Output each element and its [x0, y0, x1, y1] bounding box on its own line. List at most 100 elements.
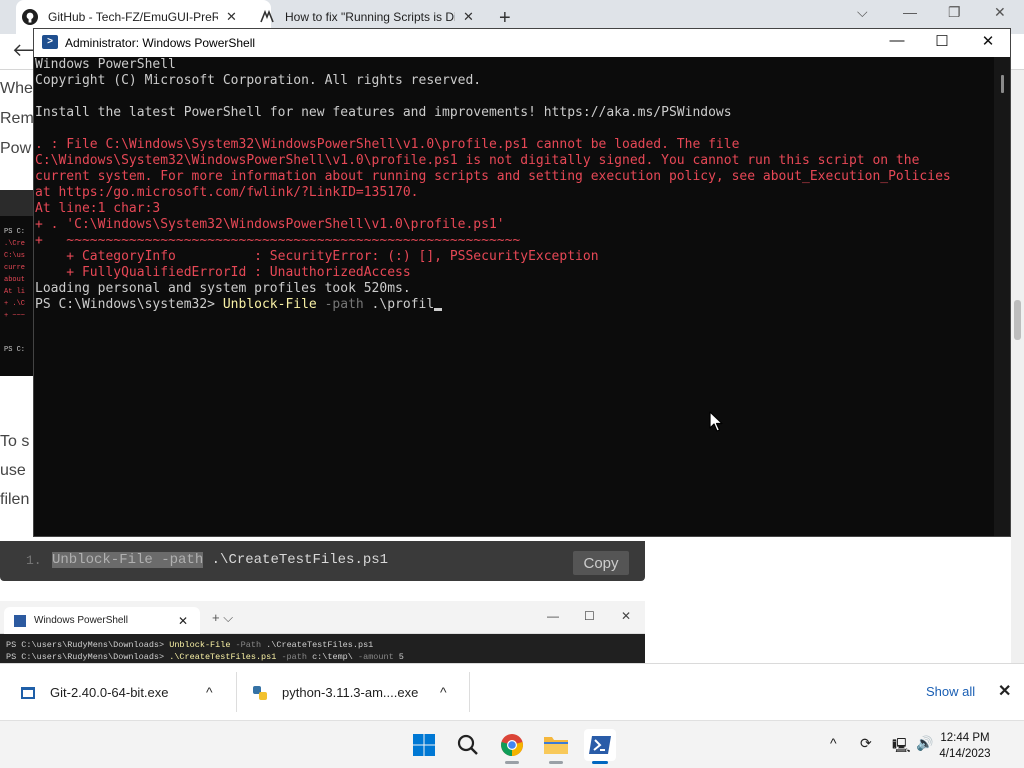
argument: .\CreateTestFiles.ps1 [261, 640, 374, 650]
clock-date: 4/14/2023 [939, 748, 991, 760]
maximize-icon: ☐ [584, 609, 595, 623]
code-highlight: Unblock-File -path [52, 552, 204, 568]
browser-tab-label: GitHub - Tech-FZ/EmuGUI-PreRe [48, 10, 218, 24]
parameter: -amount [352, 652, 394, 662]
console-error-line: + ~~~~~~~~~~~~~~~~~~~~~~~~~~~~~~~~~~~~~~… [35, 233, 521, 248]
download-item-git[interactable]: Git-2.40.0-64-bit.exe [20, 664, 169, 721]
console-prompt: PS C:\Windows\system32> [35, 297, 223, 312]
copy-button[interactable]: Copy [573, 551, 629, 575]
page-scrollbar-thumb[interactable] [1014, 300, 1021, 340]
running-indicator [549, 761, 563, 764]
console-line: Windows PowerShell [35, 57, 176, 72]
code-line-number: 1. [26, 553, 42, 568]
chevron-up-icon[interactable]: ^ [440, 684, 447, 700]
github-icon [22, 9, 38, 25]
close-download-bar-icon[interactable]: ✕ [998, 681, 1011, 701]
download-item-python[interactable]: python-3.11.3-am....exe [252, 664, 418, 721]
chevron-up-icon[interactable]: ^ [206, 684, 213, 700]
console-error-line: . : File C:\Windows\System32\WindowsPowe… [35, 137, 740, 152]
page-scrollbar[interactable] [1011, 70, 1024, 663]
article-image-line: PS C: [4, 346, 26, 354]
volume-icon[interactable]: 🔊 [916, 735, 933, 752]
sync-icon[interactable]: ⟳ [860, 735, 872, 752]
command: .\CreateTestFiles.ps1 [169, 652, 277, 662]
system-clock[interactable]: 12:44 PM 4/14/2023 [935, 730, 995, 762]
argument: 5 [393, 652, 404, 662]
powershell-icon: > [42, 35, 58, 49]
console-error-line: C:\Windows\System32\WindowsPowerShell\v1… [35, 153, 920, 168]
article-image-line: about [4, 276, 26, 284]
article-text-fragment: To s [0, 433, 30, 450]
console-scrollbar-thumb[interactable] [1001, 75, 1004, 93]
article-text-fragment: Whe [0, 80, 33, 97]
console-line: Loading personal and system profiles too… [35, 281, 411, 296]
article-text-fragment: Pow [0, 140, 32, 157]
new-tab-button[interactable]: + [499, 7, 511, 30]
article-image-line: PS C: [4, 228, 26, 236]
maximize-button[interactable]: ☐ [922, 32, 962, 50]
powershell-window: > Administrator: Windows PowerShell — ☐ … [33, 28, 1011, 537]
show-all-downloads-link[interactable]: Show all [926, 684, 975, 699]
close-icon: ✕ [621, 609, 632, 623]
search-icon[interactable] [452, 729, 484, 761]
command: Unblock-File [169, 640, 231, 650]
text-cursor [434, 308, 443, 311]
article-image-line: C:\us [4, 252, 26, 260]
download-divider [236, 672, 237, 712]
terminal-screenshot-line: PS C:\users\RudyMens\Downloads> .\Create… [6, 652, 404, 662]
folder-icon[interactable] [540, 729, 572, 764]
windows-start-icon[interactable] [408, 729, 440, 761]
active-indicator [592, 761, 608, 764]
console-scrollbar[interactable] [994, 57, 1010, 536]
article-text-fragment: filen [0, 491, 30, 508]
browser-restore-button[interactable]: ❐ [948, 4, 961, 21]
browser-close-button[interactable]: ✕ [994, 4, 1006, 21]
article-text-fragment: use [0, 462, 26, 479]
console-error-line: + . 'C:\Windows\System32\WindowsPowerShe… [35, 217, 505, 232]
new-tab-icon: + ⌵ [212, 610, 234, 625]
close-icon: ✕ [177, 613, 188, 628]
article-image-line: curre [4, 264, 26, 272]
console-error-line: + FullyQualifiedErrorId : UnauthorizedAc… [35, 265, 411, 280]
console-line: Install the latest PowerShell for new fe… [35, 105, 732, 120]
close-tab-icon[interactable]: ✕ [226, 9, 237, 25]
terminal-screenshot-tab-title: Windows PowerShell [34, 615, 128, 626]
installer-icon [20, 685, 36, 701]
tab-search-icon[interactable]: ⌵ [857, 4, 868, 21]
article-screenshot-image: PS C: .\Cre C:\us curre about At li + .\… [0, 190, 36, 376]
close-tab-icon[interactable]: ✕ [463, 9, 474, 25]
download-filename: python-3.11.3-am....exe [282, 685, 419, 700]
powershell-titlebar[interactable]: > Administrator: Windows PowerShell — ☐ … [34, 29, 1010, 57]
article-image-titlebar [0, 190, 36, 216]
console-error-line: At line:1 char:3 [35, 201, 161, 216]
powershell-icon [14, 614, 26, 627]
browser-minimize-button[interactable]: — [903, 4, 917, 20]
article-image-line: + ~~~ [4, 312, 26, 320]
chrome-icon[interactable] [496, 729, 528, 764]
terminal-screenshot-image: Windows PowerShell ✕ + ⌵ — ☐ ✕ PS C:\use… [0, 601, 645, 663]
console-prompt-line[interactable]: PS C:\Windows\system32> Unblock-File -pa… [35, 297, 994, 313]
network-icon[interactable]: 🖳 [892, 735, 911, 759]
download-divider [469, 672, 470, 712]
terminal-screenshot-tab: Windows PowerShell ✕ [4, 607, 200, 634]
browser-tab-label: How to fix "Running Scripts is Di [285, 10, 455, 24]
download-bar: Git-2.40.0-64-bit.exe ^ python-3.11.3-am… [0, 663, 1024, 720]
close-button[interactable]: ✕ [968, 32, 1008, 50]
mouse-pointer-icon [709, 411, 723, 432]
console-line: Copyright (C) Microsoft Corporation. All… [35, 73, 482, 88]
article-image-line: .\Cre [4, 240, 26, 248]
powershell-icon[interactable] [584, 729, 616, 764]
minimize-button[interactable]: — [877, 32, 917, 49]
article-image-line: + .\C [4, 300, 26, 308]
console-error-line: at https:/go.microsoft.com/fwlink/?LinkI… [35, 185, 419, 200]
code-snippet: 1. Unblock-File -path .\CreateTestFiles.… [0, 541, 645, 581]
code-line: Unblock-File -path .\CreateTestFiles.ps1 [52, 552, 388, 568]
site-logo-icon [259, 9, 275, 25]
chevron-up-icon[interactable]: ^ [830, 735, 837, 751]
console-command: Unblock-File [222, 297, 317, 312]
prompt: PS C:\users\RudyMens\Downloads> [6, 640, 170, 650]
powershell-console[interactable]: Windows PowerShell Copyright (C) Microsof… [34, 57, 994, 536]
article-text-fragment: Rem [0, 110, 34, 127]
